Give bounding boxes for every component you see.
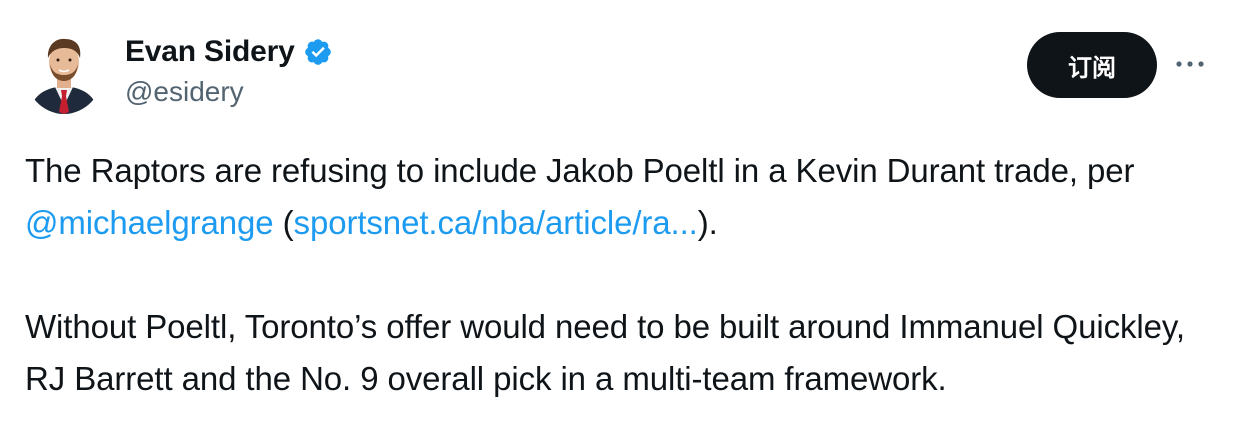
tweet-card: Evan Sidery @esidery 订阅 The Raptors are … [0, 0, 1246, 448]
tweet-text-segment: The Raptors are refusing to include Jako… [25, 152, 1135, 189]
more-options-icon[interactable] [1170, 46, 1210, 82]
verified-badge-icon[interactable] [303, 37, 333, 67]
profile-photo [25, 30, 103, 114]
avatar[interactable] [25, 30, 103, 114]
author-name-row: Evan Sidery [125, 32, 333, 72]
tweet-text-segment: ). [697, 204, 718, 241]
author-display-name[interactable]: Evan Sidery [125, 35, 295, 69]
article-link[interactable]: sportsnet.ca/nba/article/ra... [294, 204, 698, 241]
mention-link[interactable]: @michaelgrange [25, 204, 274, 241]
tweet-paragraph-1: The Raptors are refusing to include Jako… [25, 145, 1225, 249]
subscribe-button[interactable]: 订阅 [1027, 32, 1157, 98]
tweet-text: The Raptors are refusing to include Jako… [25, 145, 1225, 405]
tweet-text-segment: ( [273, 204, 294, 241]
author-handle[interactable]: @esidery [125, 76, 244, 108]
tweet-paragraph-2: Without Poeltl, Toronto’s offer would ne… [25, 308, 1185, 397]
